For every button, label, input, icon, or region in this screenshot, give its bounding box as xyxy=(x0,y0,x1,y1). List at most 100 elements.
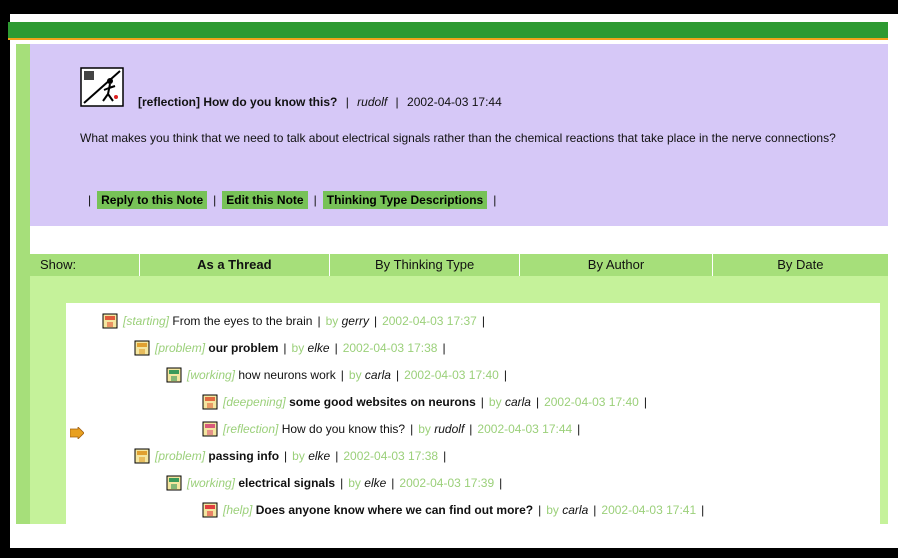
thread-author: gerry xyxy=(341,314,369,328)
separator: | xyxy=(493,193,497,207)
show-label: Show: xyxy=(30,254,140,276)
separator: | xyxy=(593,503,597,517)
note-type-icon xyxy=(166,475,182,491)
thread-title[interactable]: From the eyes to the brain xyxy=(172,312,312,330)
note-type-icon xyxy=(102,313,118,329)
thread-row[interactable]: [help] Does anyone know where we can fin… xyxy=(202,501,709,519)
reflection-person-icon xyxy=(80,67,124,107)
separator: | xyxy=(373,314,378,328)
separator: | xyxy=(313,193,317,207)
separator: | xyxy=(481,314,485,328)
thread-type: [problem] xyxy=(155,449,206,463)
thread-author: elke xyxy=(308,449,331,463)
note-type-icon xyxy=(202,421,218,437)
separator: | xyxy=(535,395,540,409)
thread-title[interactable]: some good websites on neurons xyxy=(289,393,476,411)
thread-author: elke xyxy=(364,476,387,490)
separator: | xyxy=(442,341,446,355)
separator: | xyxy=(88,193,92,207)
separator: | xyxy=(643,395,647,409)
thread-title[interactable]: electrical signals xyxy=(238,474,335,492)
separator: | xyxy=(345,95,349,109)
separator: | xyxy=(334,341,338,355)
separator: | xyxy=(499,476,503,490)
note-type-icon xyxy=(134,340,150,356)
header-bar xyxy=(8,22,888,38)
thread-by: by xyxy=(292,449,305,463)
thread-date: 2002-04-03 17:37 xyxy=(382,314,477,328)
thread-date: 2002-04-03 17:40 xyxy=(404,368,499,382)
tab-by-thinking-type[interactable]: By Thinking Type xyxy=(330,254,521,276)
thread-type: [help] xyxy=(223,503,253,517)
separator: | xyxy=(443,449,447,463)
thread-author: carla xyxy=(504,395,531,409)
thread-date: 2002-04-03 17:44 xyxy=(477,422,573,436)
thinking-type-descriptions-button[interactable]: Thinking Type Descriptions xyxy=(322,191,488,209)
thread-by: by xyxy=(418,422,431,436)
separator: | xyxy=(395,368,400,382)
thread-row[interactable]: [working] how neurons work | by carla | 2002… xyxy=(166,366,512,384)
thread-date: 2002-04-03 17:41 xyxy=(601,503,697,517)
thread-author: rudolf xyxy=(434,422,465,436)
separator: | xyxy=(577,422,581,436)
note-author: rudolf xyxy=(357,95,388,109)
note-type-icon xyxy=(134,448,150,464)
thread-row[interactable]: [problem] passing info | by elke | 2002-04-0… xyxy=(134,447,451,465)
separator: | xyxy=(701,503,705,517)
thread-type: [problem] xyxy=(155,341,206,355)
show-bar: Show: As a Thread By Thinking Type By Au… xyxy=(30,254,888,276)
reply-button[interactable]: Reply to this Note xyxy=(97,191,208,209)
left-strip xyxy=(16,44,30,226)
tab-as-a-thread[interactable]: As a Thread xyxy=(140,254,330,276)
separator: | xyxy=(284,449,288,463)
note-type: [reflection] xyxy=(138,95,201,109)
thread-date: 2002-04-03 17:39 xyxy=(399,476,495,490)
note-type-icon xyxy=(202,394,218,410)
thread-title[interactable]: Does anyone know where we can find out m… xyxy=(256,501,533,519)
separator: | xyxy=(340,476,344,490)
note-date: 2002-04-03 17:44 xyxy=(407,95,502,109)
separator: | xyxy=(480,395,484,409)
thread-by: by xyxy=(348,368,362,382)
thread-row[interactable]: [deepening] some good websites on neuron… xyxy=(202,393,652,411)
separator: | xyxy=(213,193,217,207)
thread-row[interactable]: [starting] From the eyes to the brain | by… xyxy=(102,312,490,330)
thread-row[interactable]: [working] electrical signals | by elke | 200… xyxy=(166,474,507,492)
separator: | xyxy=(317,314,321,328)
thread-type: [working] xyxy=(187,476,236,490)
separator: | xyxy=(391,476,395,490)
thread-title[interactable]: How do you know this? xyxy=(282,420,405,438)
separator: | xyxy=(335,449,339,463)
left-strip-lower xyxy=(16,224,30,524)
tab-by-author[interactable]: By Author xyxy=(520,254,713,276)
thread-type: [deepening] xyxy=(223,395,286,409)
thread-by: by xyxy=(325,314,339,328)
separator: | xyxy=(340,368,344,382)
note-body: What makes you think that we need to tal… xyxy=(80,131,836,145)
thread-title[interactable]: how neurons work xyxy=(238,366,335,384)
header-accent-line xyxy=(8,38,888,40)
separator: | xyxy=(538,503,542,517)
thread-title[interactable]: passing info xyxy=(208,447,279,465)
spacer xyxy=(30,226,888,254)
edit-button[interactable]: Edit this Note xyxy=(222,191,308,209)
note-actions: | Reply to this Note | Edit this Note | … xyxy=(82,191,502,209)
note-header: [reflection] How do you know this? | rud… xyxy=(138,95,502,109)
note-title: How do you know this? xyxy=(203,95,338,109)
note-type-icon xyxy=(202,502,218,518)
thread-by: by xyxy=(348,476,361,490)
thread-row[interactable]: [reflection] How do you know this? | by ru… xyxy=(202,420,585,438)
thread-title[interactable]: our problem xyxy=(208,339,278,357)
thread-date: 2002-04-03 17:38 xyxy=(343,449,439,463)
thread-date: 2002-04-03 17:40 xyxy=(544,395,639,409)
thread-author: carla xyxy=(562,503,589,517)
separator: | xyxy=(469,422,473,436)
separator: | xyxy=(283,341,287,355)
thread-type: [working] xyxy=(187,368,236,382)
thread-type: [starting] xyxy=(123,314,170,328)
thread-by: by xyxy=(546,503,559,517)
tab-by-date[interactable]: By Date xyxy=(713,254,888,276)
thread-row[interactable]: [problem] our problem | by elke | 2002-04-03… xyxy=(134,339,451,357)
thread-by: by xyxy=(488,395,502,409)
separator: | xyxy=(503,368,507,382)
